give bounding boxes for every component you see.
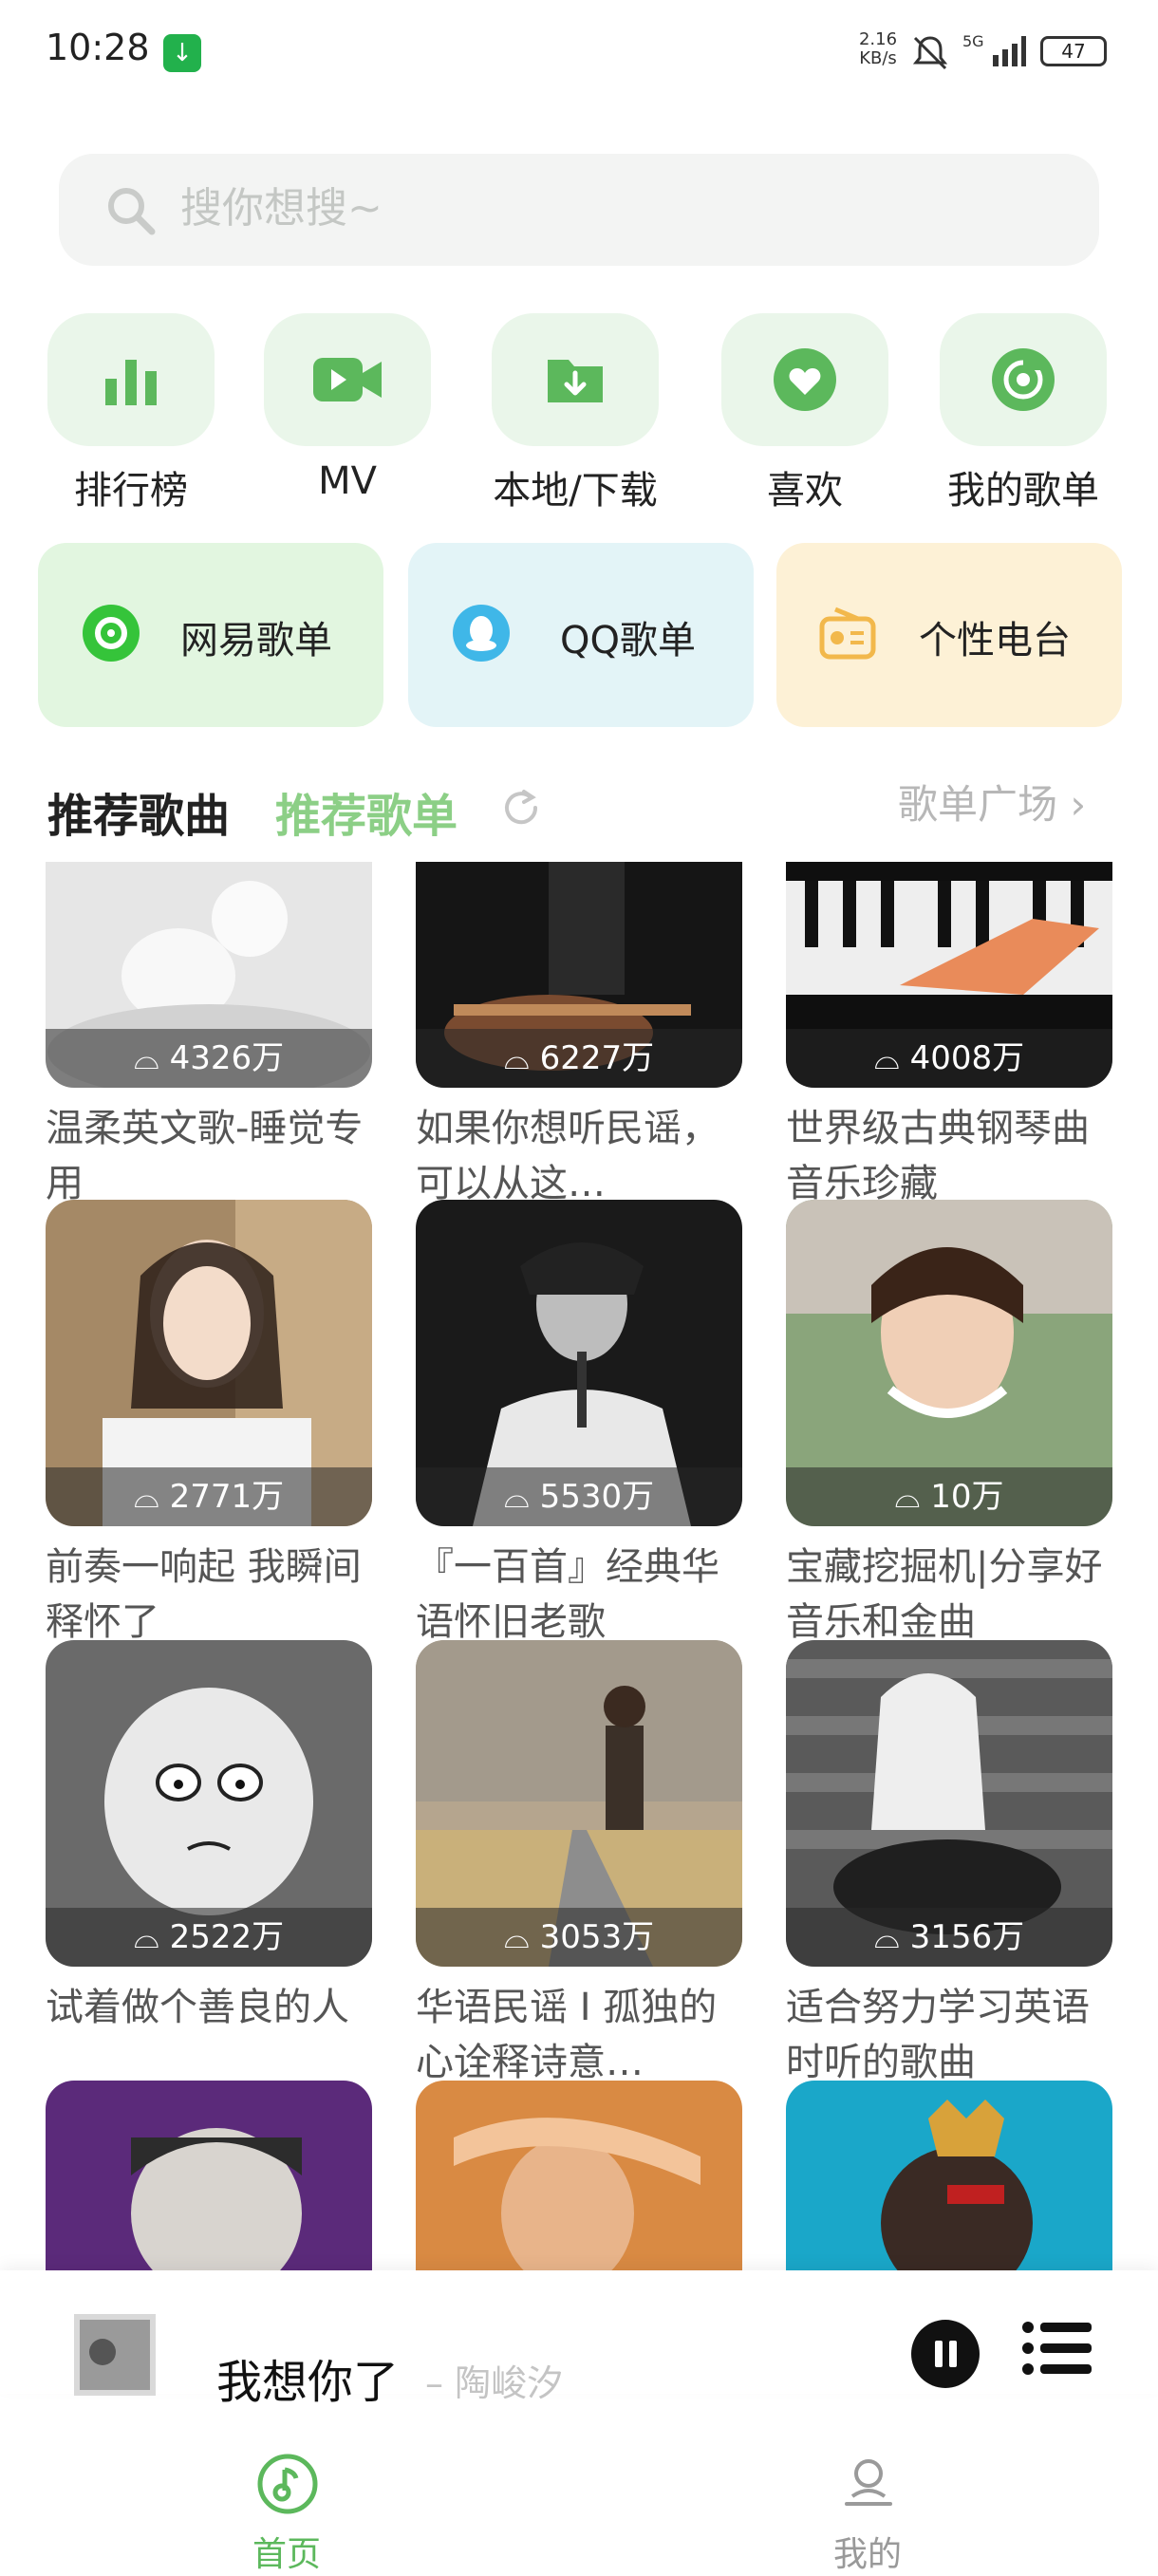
playlist-title[interactable]: 宝藏挖掘机|分享好音乐和金曲 [786, 1540, 1112, 1638]
mini-player[interactable] [0, 2270, 1158, 2394]
favorites-button[interactable] [721, 313, 888, 446]
playlist-title[interactable]: 『一百首』经典华语怀旧老歌 [416, 1540, 742, 1638]
netease-icon [83, 605, 140, 662]
network-type: 5G [962, 32, 984, 50]
playlist-title[interactable]: 适合努力学习英语时听的歌曲 [786, 1980, 1112, 2079]
playlist-tile[interactable] [786, 2081, 1112, 2270]
play-count: ⌓ 3156万 [786, 1908, 1112, 1967]
refresh-icon[interactable] [499, 786, 543, 830]
playlist-cover [786, 2081, 1112, 2270]
playlist-tile[interactable]: ⌓ 10万 [786, 1200, 1112, 1526]
playlist-tile[interactable]: ⌓ 2771万 [46, 1200, 372, 1526]
search-icon [108, 188, 156, 235]
playlist-tile[interactable]: ⌓ 4008万 [786, 862, 1112, 1088]
personal-radio-card[interactable]: 个性电台 [776, 543, 1122, 727]
play-count: ⌓ 4326万 [46, 1029, 372, 1088]
play-count: ⌓ 5530万 [416, 1467, 742, 1526]
mv-label: MV [318, 459, 377, 503]
status-time: 10:28 [46, 27, 150, 68]
play-count: ⌓ 4008万 [786, 1029, 1112, 1088]
tab-recommended-playlists[interactable]: 推荐歌单 [275, 778, 458, 845]
search-input[interactable]: 搜你想搜~ [180, 180, 383, 237]
heart-icon [774, 348, 836, 411]
play-count: ⌓ 3053万 [416, 1908, 742, 1967]
mv-button[interactable] [264, 313, 431, 446]
play-count-value: 10万 [930, 1478, 1004, 1516]
playlist-title[interactable]: 如果你想听民谣，可以从这… [416, 1101, 742, 1200]
qq-playlist-label: QQ歌单 [560, 619, 696, 663]
nav-mine-label[interactable]: 我的 [833, 2527, 902, 2576]
battery-indicator: 47 [1040, 36, 1107, 66]
play-count-value: 4326万 [169, 1039, 285, 1077]
disc-icon [992, 348, 1055, 411]
charts-button[interactable] [47, 313, 215, 446]
pause-icon [935, 2341, 957, 2367]
play-count: ⌓ 2522万 [46, 1908, 372, 1967]
play-count-value: 4008万 [909, 1039, 1025, 1077]
playlist-tile[interactable]: ⌓ 5530万 [416, 1200, 742, 1526]
now-playing-title: 我想你了 [216, 2356, 400, 2409]
playlist-title[interactable]: 世界级古典钢琴曲音乐珍藏 [786, 1101, 1112, 1200]
album-thumbnail[interactable] [74, 2314, 156, 2396]
playlist-cover [416, 2081, 742, 2270]
nav-home-label[interactable]: 首页 [252, 2527, 321, 2576]
play-count: ⌓ 6227万 [416, 1029, 742, 1088]
download-notification-icon: ↓ [163, 34, 201, 72]
playlist-tile[interactable]: ⌓ 3156万 [786, 1640, 1112, 1967]
network-speed: 2.16 KB/s [858, 29, 898, 68]
playlist-tile[interactable] [416, 2081, 742, 2270]
play-count-value: 3053万 [539, 1918, 655, 1956]
play-count-value: 3156万 [909, 1918, 1025, 1956]
playlist-title[interactable]: 温柔英文歌-睡觉专用 [46, 1101, 372, 1200]
qq-playlist-card[interactable]: QQ歌单 [408, 543, 754, 727]
favorites-label: 喜欢 [767, 469, 843, 513]
local-download-label: 本地/下载 [493, 469, 658, 513]
user-profile-icon[interactable] [839, 2453, 898, 2511]
mute-bell-icon [912, 36, 948, 70]
tab-recommended-songs[interactable]: 推荐歌曲 [47, 778, 230, 845]
music-home-icon[interactable] [256, 2453, 319, 2515]
pause-button[interactable] [911, 2320, 980, 2388]
play-count-value: 2771万 [169, 1478, 285, 1516]
playlist-cover [46, 2081, 372, 2270]
play-count: ⌓ 10万 [786, 1467, 1112, 1526]
play-count-value: 2522万 [169, 1918, 285, 1956]
personal-radio-label: 个性电台 [919, 619, 1071, 663]
local-download-button[interactable] [492, 313, 659, 446]
playlist-tile[interactable]: ⌓ 3053万 [416, 1640, 742, 1967]
my-playlists-label: 我的歌单 [947, 469, 1099, 513]
play-count: ⌓ 2771万 [46, 1467, 372, 1526]
netease-playlist-label: 网易歌单 [180, 619, 332, 663]
download-folder-icon [548, 360, 603, 402]
bar-chart-icon [105, 360, 157, 405]
playlist-title[interactable]: 试着做个善良的人 [46, 1980, 372, 2079]
play-count-value: 5530万 [539, 1478, 655, 1516]
playlist-tile[interactable]: ⌓ 6227万 [416, 862, 742, 1088]
charts-label: 排行榜 [74, 469, 188, 513]
play-count-value: 6227万 [539, 1039, 655, 1077]
netease-playlist-card[interactable]: 网易歌单 [38, 543, 383, 727]
playlist-tile[interactable] [46, 2081, 372, 2270]
playlist-queue-icon[interactable] [1021, 2320, 1093, 2377]
playlist-title[interactable]: 前奏一响起 我瞬间释怀了 [46, 1540, 372, 1638]
radio-icon [819, 607, 876, 660]
my-playlists-button[interactable] [940, 313, 1107, 446]
signal-5g-icon: 5G [962, 32, 1026, 66]
playlist-tile[interactable]: ⌓ 4326万 [46, 862, 372, 1088]
video-icon [313, 358, 382, 401]
now-playing-artist: – 陶峻汐 [425, 2362, 564, 2404]
playlist-title[interactable]: 华语民谣 I 孤独的心诠释诗意… [416, 1980, 742, 2079]
playlist-square-link[interactable]: 歌单广场 › [898, 773, 1086, 831]
qq-icon [453, 605, 510, 662]
playlist-tile[interactable]: ⌓ 2522万 [46, 1640, 372, 1967]
